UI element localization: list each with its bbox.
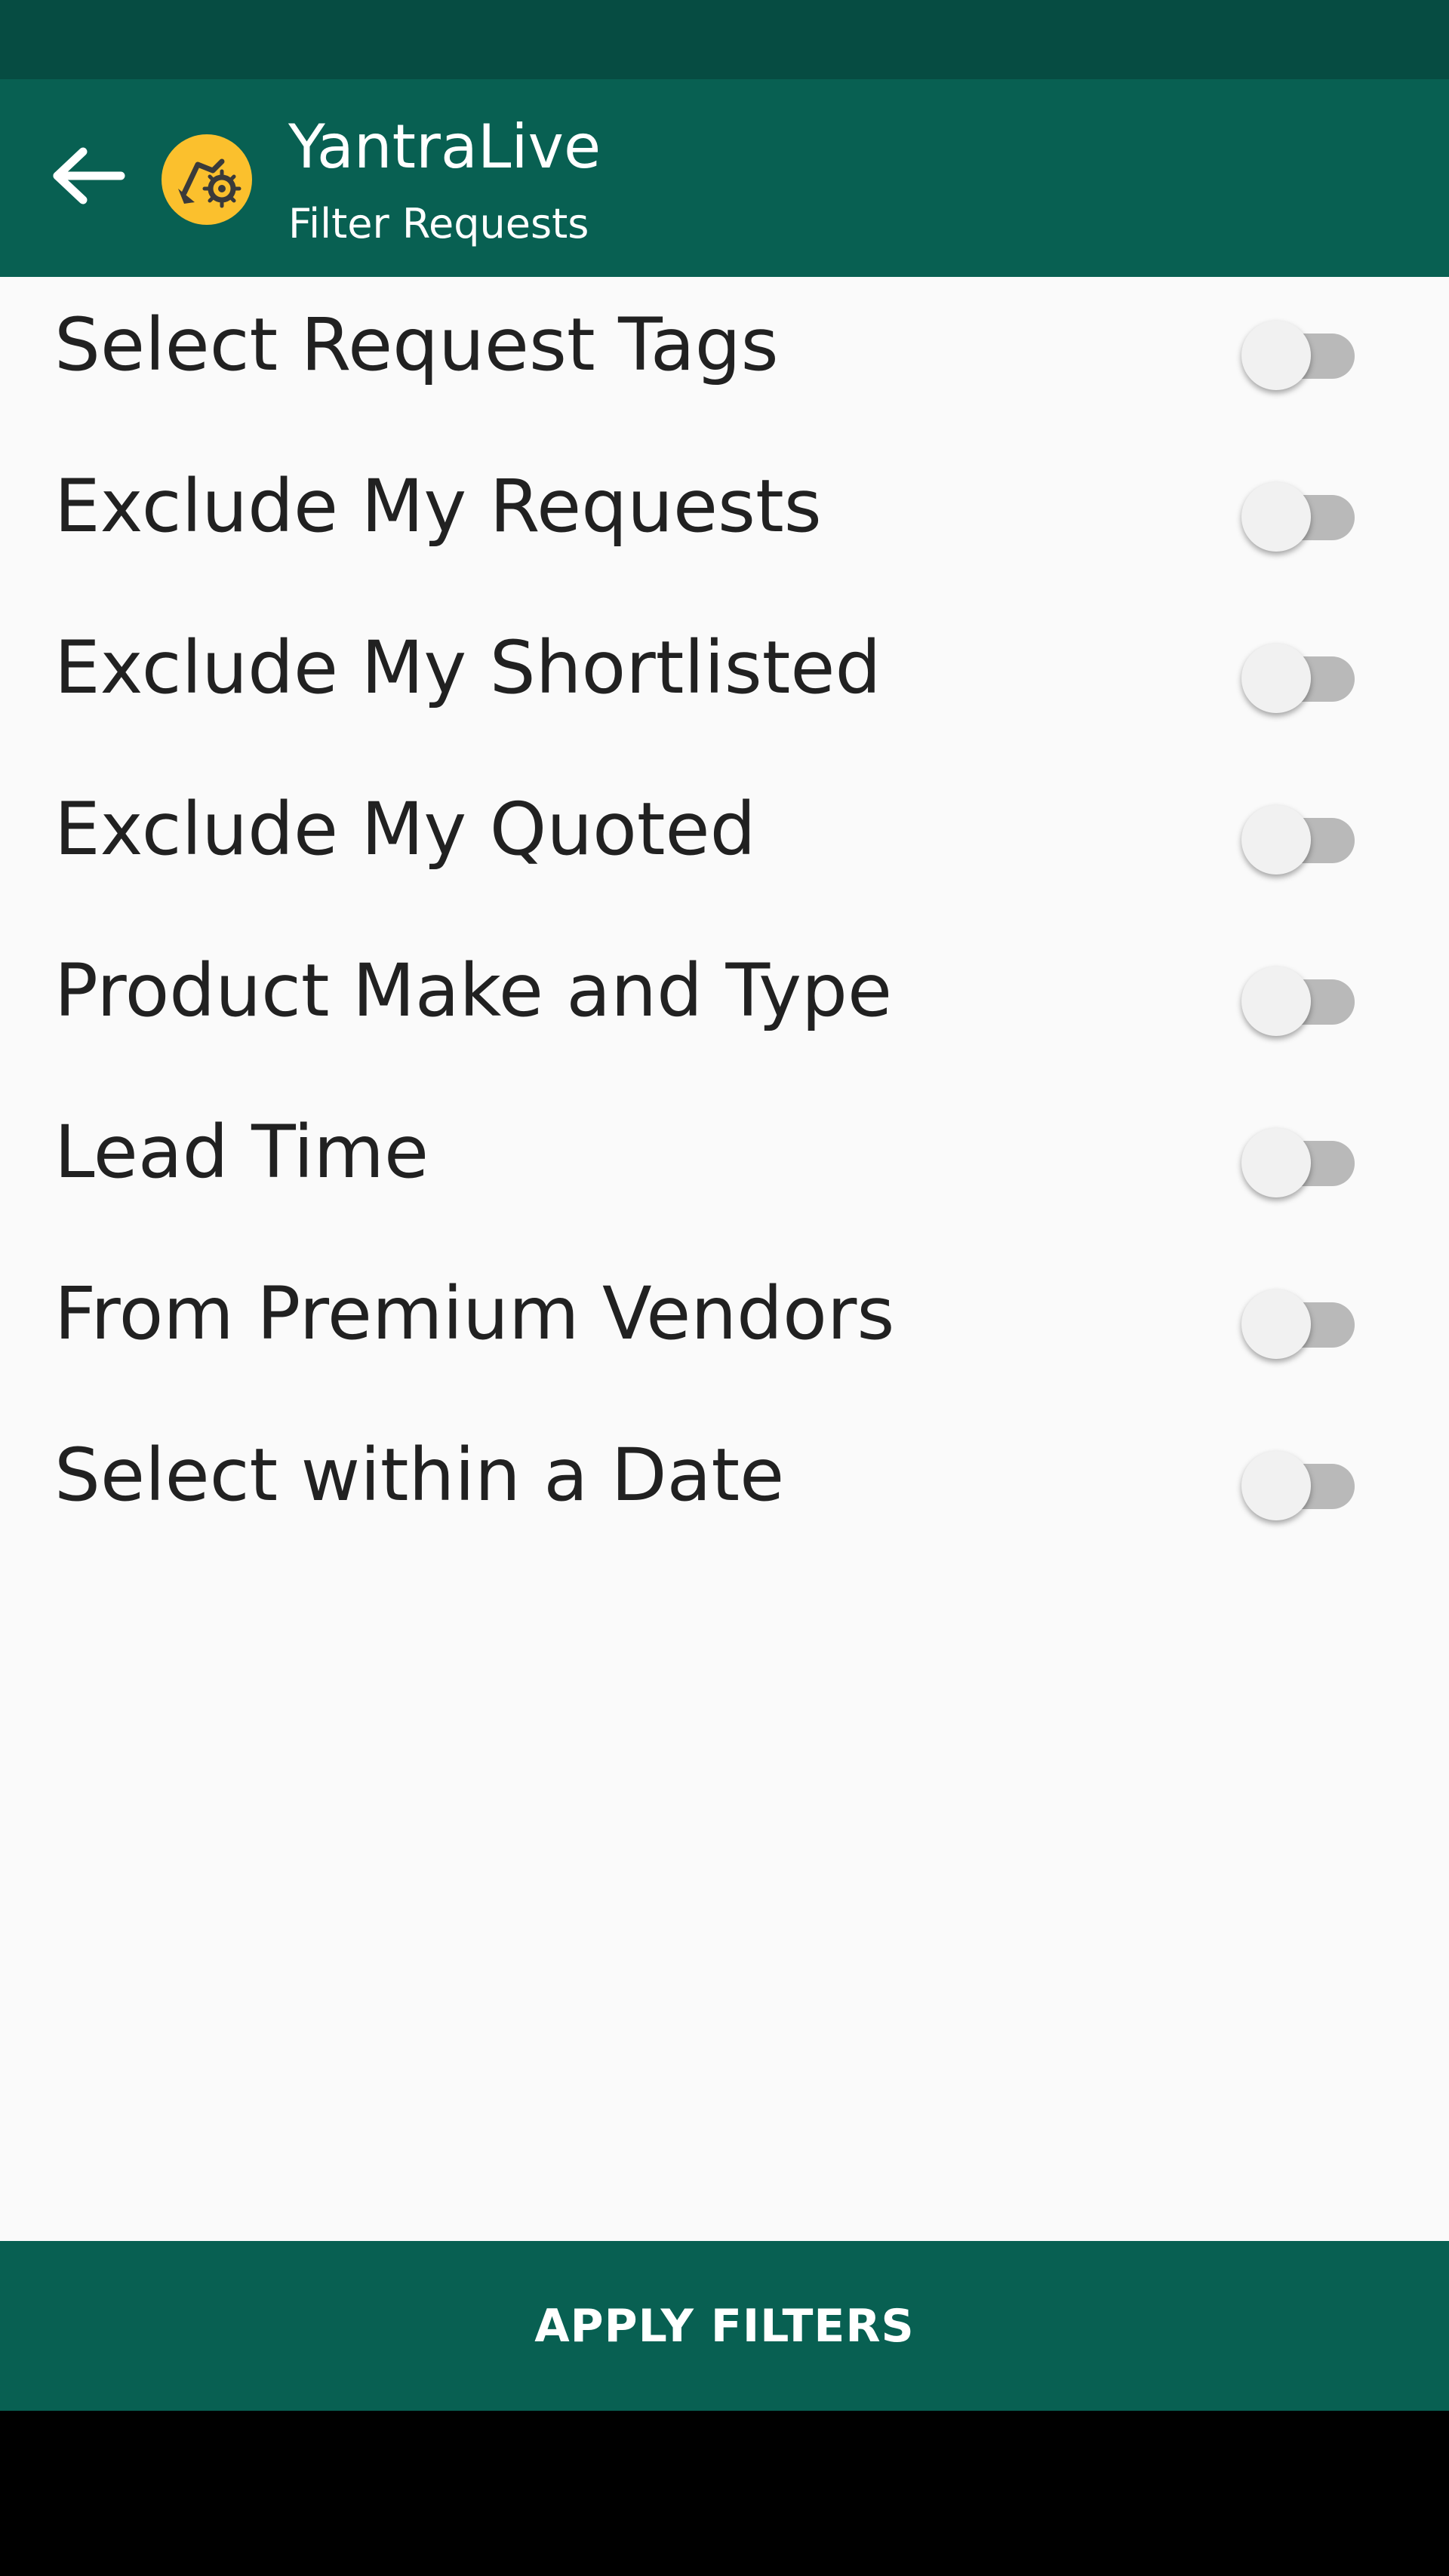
toggle-thumb <box>1241 644 1311 713</box>
filter-label: Product Make and Type <box>54 948 893 1033</box>
filter-toggle-lead-time[interactable] <box>1241 1119 1358 1197</box>
toggle-thumb <box>1241 805 1311 875</box>
filter-toggle-exclude-my-requests[interactable] <box>1241 473 1358 552</box>
filter-row-exclude-my-requests: Exclude My Requests <box>0 438 1449 600</box>
toggle-thumb <box>1241 967 1311 1036</box>
filter-label: Select Request Tags <box>54 303 779 387</box>
back-button[interactable] <box>38 124 140 226</box>
filter-row-lead-time: Lead Time <box>0 1084 1449 1246</box>
filter-toggle-exclude-my-quoted[interactable] <box>1241 796 1358 875</box>
app-title: YantraLive <box>288 112 601 182</box>
toggle-thumb <box>1241 321 1311 390</box>
filter-row-product-make-and-type: Product Make and Type <box>0 923 1449 1084</box>
filter-row-select-within-a-date: Select within a Date <box>0 1407 1449 1569</box>
filter-toggle-select-request-tags[interactable] <box>1241 312 1358 390</box>
filter-label: Lead Time <box>54 1110 429 1194</box>
apply-filters-button[interactable]: APPLY FILTERS <box>0 2241 1449 2411</box>
filter-label: Exclude My Shortlisted <box>54 626 881 710</box>
filter-row-exclude-my-quoted: Exclude My Quoted <box>0 761 1449 923</box>
filter-row-from-premium-vendors: From Premium Vendors <box>0 1246 1449 1407</box>
toggle-thumb <box>1241 1451 1311 1520</box>
filter-toggle-from-premium-vendors[interactable] <box>1241 1280 1358 1359</box>
filter-toggle-select-within-a-date[interactable] <box>1241 1442 1358 1520</box>
filter-list: Select Request Tags Exclude My Requests … <box>0 277 1449 1569</box>
filter-row-exclude-my-shortlisted: Exclude My Shortlisted <box>0 600 1449 761</box>
filter-toggle-exclude-my-shortlisted[interactable] <box>1241 635 1358 713</box>
arrow-left-icon <box>53 147 125 204</box>
filter-label: Exclude My Quoted <box>54 787 756 871</box>
filter-toggle-product-make-and-type[interactable] <box>1241 958 1358 1036</box>
app-subtitle: Filter Requests <box>288 200 589 247</box>
filter-label: Select within a Date <box>54 1433 785 1517</box>
filter-row-select-request-tags: Select Request Tags <box>0 277 1449 438</box>
system-navigation-bar <box>0 2411 1449 2576</box>
filter-label: Exclude My Requests <box>54 464 822 549</box>
toggle-thumb <box>1241 1290 1311 1359</box>
app-logo-icon <box>162 134 252 225</box>
toggle-thumb <box>1241 482 1311 552</box>
toggle-thumb <box>1241 1128 1311 1197</box>
filter-label: From Premium Vendors <box>54 1271 895 1356</box>
status-bar <box>0 0 1449 79</box>
